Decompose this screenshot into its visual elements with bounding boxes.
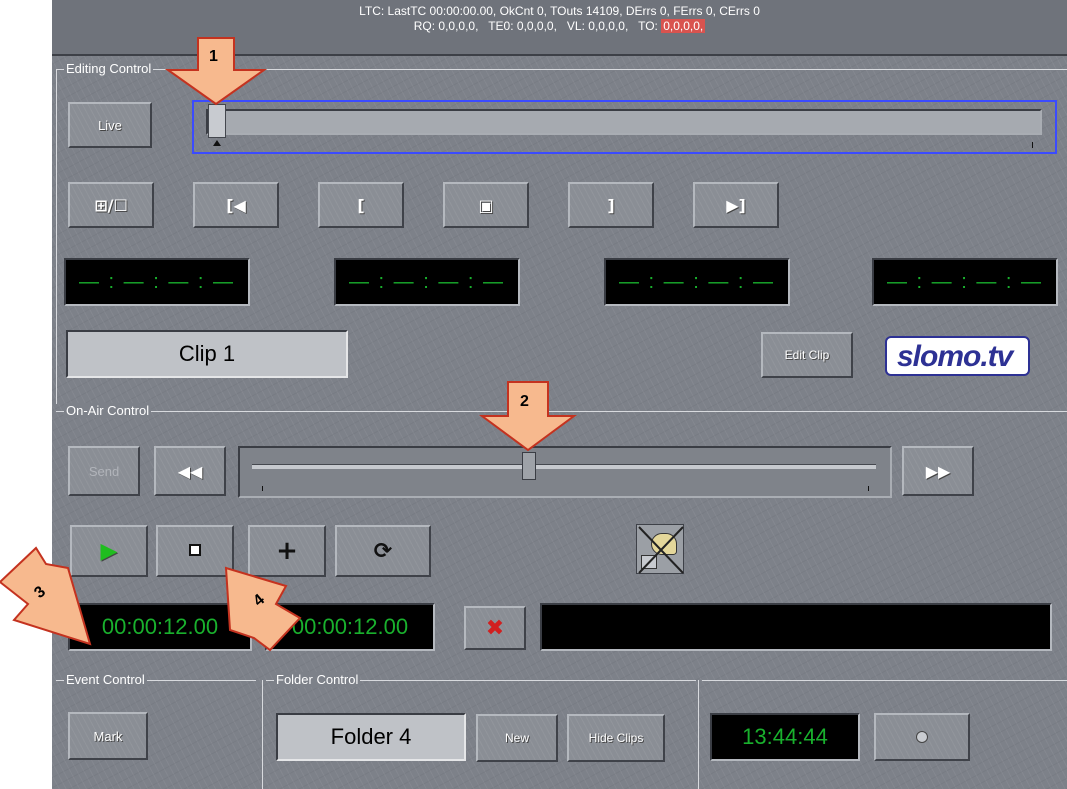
callout-overlay: [0, 37, 578, 652]
callout-label-2: 2: [520, 393, 529, 410]
callout-label-1: 1: [209, 48, 218, 65]
